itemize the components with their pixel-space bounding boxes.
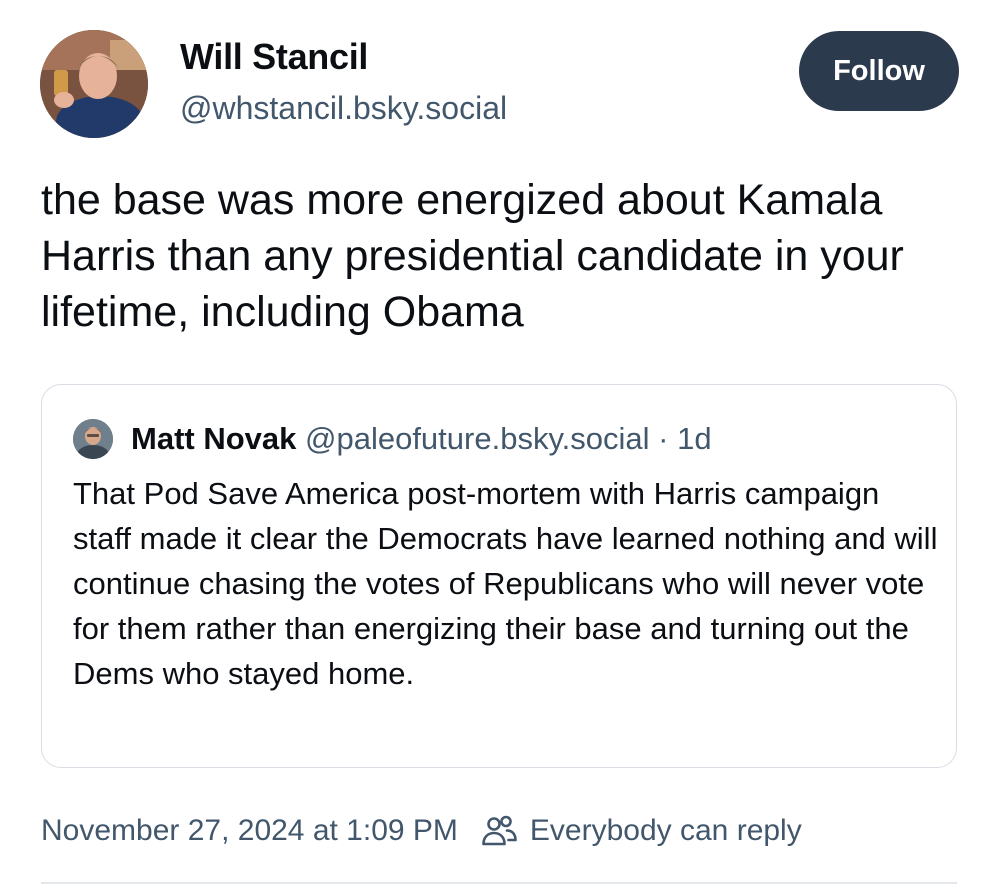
reply-setting-label: Everybody can reply — [529, 814, 802, 847]
header-separator: · — [649, 421, 678, 456]
author-handle[interactable]: @whstancil.bsky.social — [180, 90, 507, 127]
people-icon — [482, 815, 517, 846]
quoted-author-avatar[interactable] — [73, 419, 113, 459]
divider — [41, 882, 957, 884]
quoted-post-text: That Pod Save America post-mortem with H… — [73, 476, 938, 691]
reply-setting: Everybody can reply — [480, 812, 802, 850]
post-meta: November 27, 2024 at 1:09 PM Everybody c… — [41, 808, 802, 854]
quoted-post-header: Matt Novak @paleofuture.bsky.social · 1d — [131, 417, 712, 461]
follow-button[interactable]: Follow — [799, 31, 959, 111]
author-avatar[interactable] — [40, 30, 148, 138]
author-display-name[interactable]: Will Stancil — [180, 36, 368, 78]
profile-photo-icon — [40, 30, 148, 138]
post-text: the base was more energized about Kamala… — [41, 176, 904, 336]
quoted-post-card[interactable]: Matt Novak @paleofuture.bsky.social · 1d… — [41, 384, 957, 768]
quoted-post-age: 1d — [677, 421, 712, 456]
profile-photo-icon — [73, 419, 113, 459]
post-timestamp: November 27, 2024 at 1:09 PM — [41, 814, 458, 847]
quoted-author-handle[interactable]: @paleofuture.bsky.social — [305, 421, 650, 456]
quoted-author-name[interactable]: Matt Novak — [131, 421, 296, 456]
